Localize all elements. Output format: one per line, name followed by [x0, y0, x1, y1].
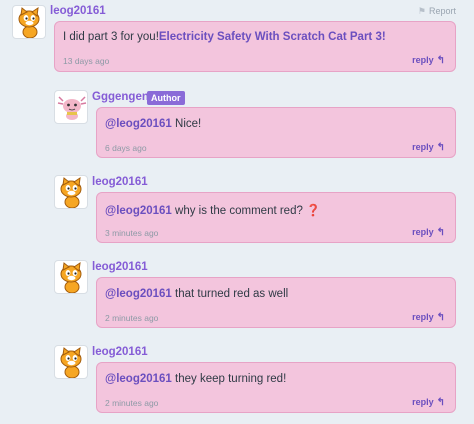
mention-link[interactable]: @leog20161: [105, 373, 172, 385]
reply-button[interactable]: reply ↰: [412, 142, 445, 153]
axolotl-icon: [57, 96, 87, 120]
reply-label: reply: [412, 227, 434, 237]
reply-bubble: @leog20161 why is the comment red? ❓ 3 m…: [96, 192, 456, 243]
reply-time: 2 minutes ago: [105, 313, 159, 323]
report-button[interactable]: ⚑ Report: [418, 6, 456, 17]
reply-button[interactable]: reply ↰: [412, 397, 445, 408]
reply-bubble: @leog20161 Nice! 6 days ago reply ↰: [96, 107, 456, 158]
avatar-scratch-cat[interactable]: [12, 5, 46, 39]
comment-body: I did part 3 for you!: [63, 31, 159, 43]
scratch-cat-icon: [60, 346, 82, 378]
reply-arrow-icon: ↰: [436, 312, 445, 323]
report-label: Report: [428, 6, 456, 16]
reply-button[interactable]: reply ↰: [412, 312, 445, 323]
reply-label: reply: [412, 312, 434, 322]
scratch-cat-icon: [60, 261, 82, 293]
reply-button[interactable]: reply ↰: [412, 55, 445, 66]
avatar-scratch-cat[interactable]: [54, 260, 88, 294]
reply-username[interactable]: leog20161: [92, 261, 148, 273]
comment-time: 13 days ago: [63, 56, 110, 66]
reply-arrow-icon: ↰: [436, 397, 445, 408]
reply-time: 3 minutes ago: [105, 228, 159, 238]
reply-time: 2 minutes ago: [105, 398, 159, 408]
reply-body: that turned red as well: [171, 288, 289, 300]
comment-bubble: I did part 3 for you!Electricity Safety …: [54, 21, 456, 72]
reply-bubble: @leog20161 that turned red as well 2 min…: [96, 277, 456, 328]
avatar-scratch-cat[interactable]: [54, 345, 88, 379]
reply-button[interactable]: reply ↰: [412, 227, 445, 238]
reply-label: reply: [412, 397, 434, 407]
comments-thread: leog20161 ⚑ Report I did part 3 for you!E…: [0, 0, 474, 424]
reply-body: why is the comment red?: [171, 205, 307, 217]
reply-text: @leog20161 why is the comment red? ❓: [105, 203, 320, 217]
question-mark-icon: ❓: [306, 205, 321, 217]
reply-bubble: @leog20161 they keep turning red! 2 minu…: [96, 362, 456, 413]
scratch-cat-icon: [60, 176, 82, 208]
reply-label: reply: [412, 55, 434, 65]
avatar-axolotl[interactable]: [54, 90, 88, 124]
mention-link[interactable]: @leog20161: [105, 118, 172, 130]
author-badge: Author: [147, 91, 185, 105]
reply-text: @leog20161 they keep turning red!: [105, 373, 286, 385]
reply-body: they keep turning red!: [171, 373, 287, 385]
project-link[interactable]: Electricity Safety With Scratch Cat Part…: [159, 31, 386, 43]
reply-arrow-icon: ↰: [436, 55, 445, 66]
scratch-cat-icon: [18, 6, 40, 38]
reply-arrow-icon: ↰: [436, 142, 445, 153]
reply-username[interactable]: leog20161: [92, 346, 148, 358]
avatar-scratch-cat[interactable]: [54, 175, 88, 209]
reply-arrow-icon: ↰: [436, 227, 445, 238]
reply-label: reply: [412, 142, 434, 152]
reply-text: @leog20161 that turned red as well: [105, 288, 288, 300]
flag-icon: ⚑: [417, 6, 426, 16]
reply-time: 6 days ago: [105, 143, 147, 153]
reply-body: Nice!: [171, 118, 202, 130]
reply-username[interactable]: Gggengen: [92, 91, 149, 103]
mention-link[interactable]: @leog20161: [105, 205, 172, 217]
reply-username[interactable]: leog20161: [92, 176, 148, 188]
reply-text: @leog20161 Nice!: [105, 118, 201, 130]
mention-link[interactable]: @leog20161: [105, 288, 172, 300]
comment-username[interactable]: leog20161: [50, 5, 106, 17]
comment-text: I did part 3 for you!Electricity Safety …: [63, 31, 386, 43]
